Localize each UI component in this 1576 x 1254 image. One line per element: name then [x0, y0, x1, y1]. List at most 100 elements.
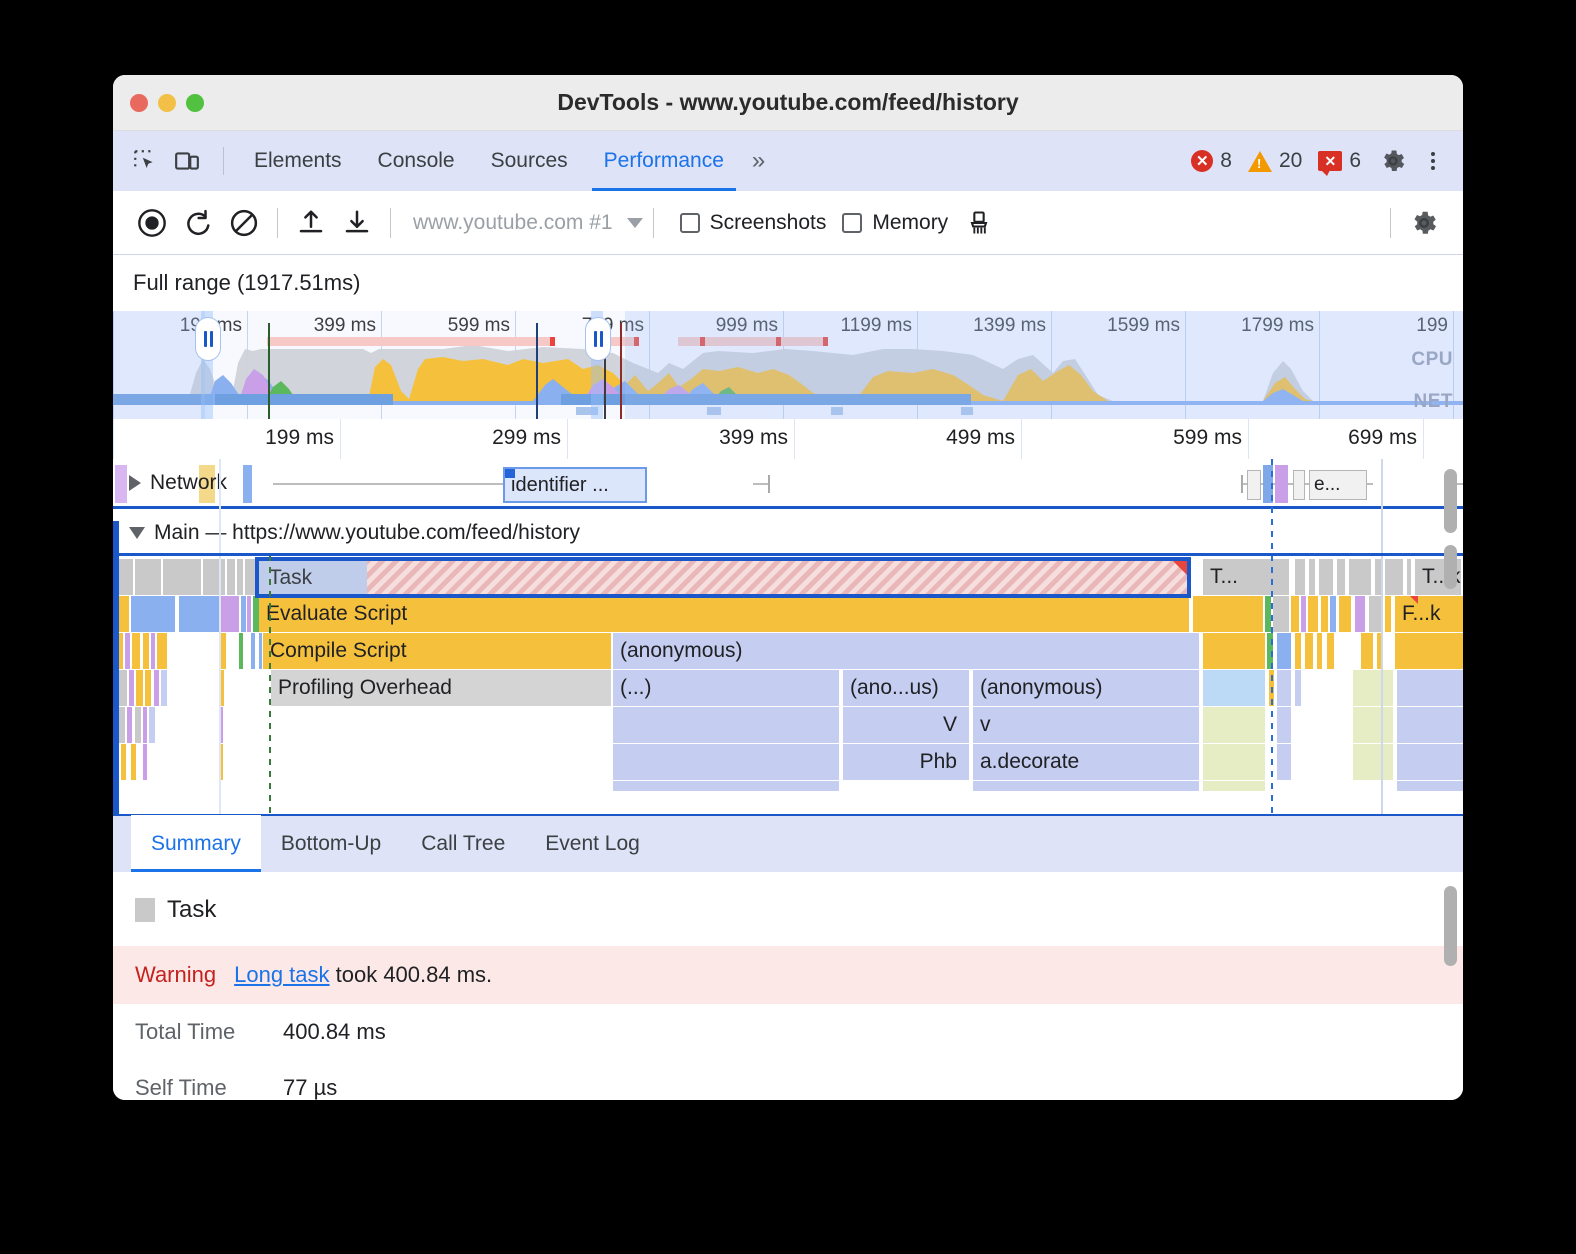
close-window-button[interactable] — [130, 94, 148, 112]
traffic-lights — [130, 94, 204, 112]
devtools-window: DevTools - www.youtube.com/feed/history … — [113, 75, 1463, 1100]
main-track-header[interactable]: Main — https://www.youtube.com/feed/hist… — [129, 521, 580, 545]
tab-elements[interactable]: Elements — [236, 131, 360, 191]
network-request-chip[interactable] — [115, 465, 127, 503]
warning-counter[interactable]: 20 — [1248, 149, 1302, 173]
window-titlebar: DevTools - www.youtube.com/feed/history — [113, 75, 1463, 131]
flame-block[interactable]: Profiling Overhead — [271, 670, 611, 706]
flame-block[interactable]: Evaluate Script — [259, 596, 1189, 632]
network-request-block[interactable] — [1247, 470, 1261, 500]
flame-row[interactable]: V v — [113, 707, 1463, 744]
flame-row[interactable] — [113, 781, 1463, 814]
profile-select[interactable]: www.youtube.com #1 — [401, 211, 643, 235]
issue-counter[interactable]: ✕ 6 — [1318, 149, 1361, 173]
tab-performance[interactable]: Performance — [586, 131, 742, 191]
inspect-icon[interactable] — [127, 143, 163, 179]
overview-network-bar — [215, 394, 393, 405]
more-tabs-chevron-icon[interactable]: » — [742, 147, 772, 175]
memory-checkbox[interactable]: Memory — [842, 211, 948, 235]
device-toolbar-icon[interactable] — [169, 143, 205, 179]
flame-row[interactable]: Profiling Overhead (...) (ano...us) (ano… — [113, 670, 1463, 707]
summary-warning-row: Warning Long task took 400.84 ms. — [113, 946, 1463, 1004]
clear-icon[interactable] — [221, 200, 267, 246]
flame-block-label: F...k — [1402, 602, 1441, 626]
upload-profile-icon[interactable] — [288, 200, 334, 246]
network-track-label: Network — [150, 471, 227, 495]
network-request-block[interactable]: e... — [1309, 470, 1367, 500]
devtools-tabbar: Elements Console Sources Performance » ✕… — [113, 131, 1463, 191]
network-selected-request[interactable]: identifier ... — [503, 467, 647, 503]
ruler-tick-label: 399 ms — [719, 426, 788, 450]
flame-block[interactable]: (ano...us) — [843, 670, 969, 706]
capture-settings-gear-icon[interactable] — [1401, 200, 1447, 246]
flame-block[interactable]: T... — [1203, 559, 1289, 595]
flame-block[interactable]: F...k — [1395, 596, 1463, 632]
tab-sources[interactable]: Sources — [473, 131, 586, 191]
flame-block[interactable]: Compile Script — [263, 633, 611, 669]
network-scrollbar[interactable] — [1444, 469, 1457, 533]
flame-scrollbar[interactable] — [1444, 545, 1457, 589]
kebab-menu-icon[interactable] — [1417, 152, 1449, 170]
flame-block-label: Profiling Overhead — [278, 676, 452, 700]
gear-icon[interactable] — [1375, 143, 1411, 179]
network-whisker — [1241, 475, 1243, 493]
overview-marker-load — [536, 323, 538, 419]
profile-select-value: www.youtube.com #1 — [413, 211, 613, 235]
flame-block[interactable]: (anonymous) — [613, 633, 1199, 669]
tab-call-tree[interactable]: Call Tree — [401, 815, 525, 873]
tab-console[interactable]: Console — [360, 131, 473, 191]
chevron-down-icon — [627, 218, 643, 228]
cpu-track-label: CPU — [1411, 349, 1453, 371]
ruler-tick-label: 599 ms — [1173, 426, 1242, 450]
download-profile-icon[interactable] — [334, 200, 380, 246]
overview-range-label: Full range (1917.51ms) — [113, 255, 1463, 311]
network-request-chip[interactable] — [1275, 465, 1288, 503]
flame-block-label: (ano...us) — [850, 676, 939, 700]
timeline-overview[interactable]: 199 ms 399 ms 599 ms 799 ms 999 ms 1199 … — [113, 311, 1463, 419]
overview-drag-handle-left[interactable] — [195, 317, 221, 361]
flame-row[interactable]: Evaluate Script F...k — [113, 596, 1463, 633]
tab-event-log[interactable]: Event Log — [525, 815, 660, 873]
network-request-chip[interactable] — [243, 465, 252, 503]
flame-block[interactable]: v — [973, 707, 1199, 743]
flame-block[interactable]: (anonymous) — [973, 670, 1199, 706]
main-track-top-rule — [113, 553, 1463, 556]
summary-scrollbar[interactable] — [1444, 886, 1457, 966]
flame-row[interactable]: Phb a.decorate — [113, 744, 1463, 781]
overview-marker-lcp — [620, 323, 622, 419]
network-selected-request-label: identifier ... — [511, 474, 609, 496]
maximize-window-button[interactable] — [186, 94, 204, 112]
flame-block[interactable]: V — [843, 707, 969, 743]
network-track[interactable]: e... identifier ... Network — [113, 459, 1463, 509]
net-track-label: NET — [1414, 391, 1454, 413]
timeline-tracks[interactable]: e... identifier ... Network Main — https… — [113, 459, 1463, 814]
selected-task-block[interactable]: Task — [255, 557, 1191, 598]
flame-block-label: Evaluate Script — [266, 602, 407, 626]
screenshots-checkbox[interactable]: Screenshots — [680, 211, 827, 235]
total-time-label: Total Time — [135, 1019, 265, 1045]
flame-block-label: (anonymous) — [620, 639, 743, 663]
network-request-block[interactable] — [1293, 470, 1305, 500]
flame-marker-fcp — [1381, 459, 1383, 814]
flame-row[interactable]: Compile Script (anonymous) — [113, 633, 1463, 670]
reload-record-icon[interactable] — [175, 200, 221, 246]
record-icon[interactable] — [129, 200, 175, 246]
overview-dimmed-right — [625, 311, 1463, 419]
flame-block[interactable]: (...) — [613, 670, 839, 706]
flame-block[interactable]: a.decorate — [973, 744, 1199, 780]
total-time-value: 400.84 ms — [283, 1019, 386, 1045]
window-title: DevTools - www.youtube.com/feed/history — [113, 89, 1463, 116]
minimize-window-button[interactable] — [158, 94, 176, 112]
tab-bottom-up[interactable]: Bottom-Up — [261, 815, 401, 873]
ruler-tick-label: 699 ms — [1348, 426, 1417, 450]
long-task-link[interactable]: Long task — [234, 962, 329, 987]
tab-summary[interactable]: Summary — [131, 815, 261, 873]
flame-block-label: Phb — [920, 750, 957, 774]
overview-drag-handle-right[interactable] — [585, 317, 611, 361]
toolbar-divider-4 — [1390, 208, 1391, 238]
collect-garbage-icon[interactable] — [956, 200, 1002, 246]
flame-row[interactable]: T... T...k Task — [113, 559, 1463, 596]
error-counter[interactable]: ✕ 8 — [1191, 149, 1232, 173]
flame-block[interactable]: Phb — [843, 744, 969, 780]
network-track-header[interactable]: Network — [129, 471, 227, 495]
